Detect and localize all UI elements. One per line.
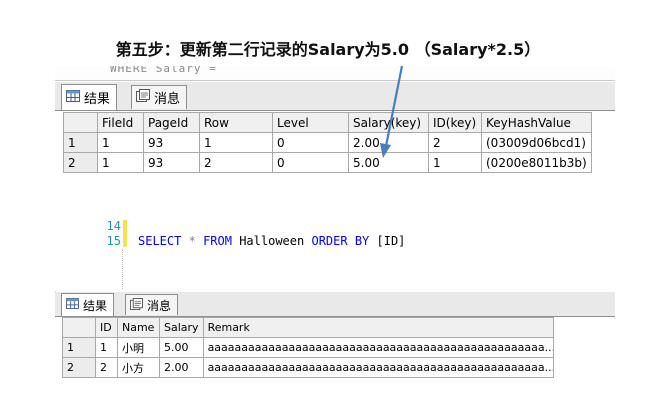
tab-messages[interactable]: 消息: [131, 85, 188, 109]
row-number[interactable]: 1: [63, 132, 98, 153]
table-cell[interactable]: 2: [95, 357, 118, 378]
operator: *: [188, 234, 196, 248]
table-cell[interactable]: 5.00: [159, 337, 204, 358]
tab-results[interactable]: 结果: [61, 84, 118, 110]
column-header[interactable]: ID(key): [428, 112, 482, 133]
top-results-grid: FileId PageId Row Level Salary(key) ID(k…: [63, 112, 592, 173]
table-cell[interactable]: 2: [428, 132, 482, 153]
tab-messages-label: 消息: [147, 298, 172, 313]
table-row[interactable]: 2 2 小方 2.00 aaaaaaaaaaaaaaaaaaaaaaaaaaaa…: [62, 357, 554, 378]
table-cell[interactable]: 小明: [117, 337, 160, 358]
tab-messages[interactable]: 消息: [125, 294, 179, 315]
table-cell[interactable]: 1: [95, 337, 118, 358]
row-number[interactable]: 2: [62, 357, 96, 378]
table-cell[interactable]: 2.00: [348, 132, 429, 153]
table-cell[interactable]: (03009d06bcd1): [481, 132, 592, 153]
keyword: FROM: [203, 234, 232, 248]
column-header[interactable]: KeyHashValue: [481, 112, 592, 133]
column-header[interactable]: Level: [272, 112, 349, 133]
tab-results-label: 结果: [83, 298, 108, 313]
indent-guide: [122, 249, 123, 289]
table-cell[interactable]: 93: [143, 132, 200, 153]
code-line[interactable]: SELECT * FROM Halloween ORDER BY [ID]: [138, 234, 405, 248]
table-cell[interactable]: 93: [143, 152, 200, 173]
table-cell[interactable]: 1: [199, 132, 273, 153]
cut-code-line: WHERE Salary =: [55, 66, 615, 81]
table-cell[interactable]: 小方: [117, 357, 160, 378]
top-tab-strip: 结果 消息: [55, 82, 615, 111]
table-cell[interactable]: 2.00: [159, 357, 204, 378]
keyword: SELECT: [138, 234, 182, 248]
row-header-corner: [63, 112, 98, 133]
identifier: [ID]: [376, 234, 406, 248]
change-marker: [123, 220, 127, 247]
header-row: ID Name Salary Remark: [62, 317, 554, 338]
annotation-title: 第五步：更新第二行记录的Salary为5.0 （Salary*2.5）: [115, 40, 541, 59]
grid-icon: [66, 89, 80, 106]
line-number: 15: [106, 234, 121, 248]
column-header[interactable]: PageId: [143, 112, 200, 133]
bottom-tab-strip: 结果 消息: [55, 292, 615, 317]
table-cell[interactable]: 1: [97, 132, 144, 153]
table-cell[interactable]: 0: [272, 132, 349, 153]
table-row[interactable]: 2 1 93 2 0 5.00 1 (0200e8011b3b): [63, 152, 592, 173]
table-cell[interactable]: 5.00: [348, 152, 429, 173]
line-number: 14: [106, 219, 121, 233]
column-header[interactable]: Row: [199, 112, 273, 133]
bottom-results-table: ID Name Salary Remark 1 1 小明 5.00 aaaaaa…: [62, 317, 554, 378]
message-icon: [130, 297, 143, 313]
bottom-results-grid: ID Name Salary Remark 1 1 小明 5.00 aaaaaa…: [62, 317, 554, 378]
bottom-results-panel: 结果 消息 ID Name Salary Remark 1 1 小明 5.00 …: [55, 292, 615, 378]
table-cell[interactable]: 1: [428, 152, 482, 173]
table-row[interactable]: 1 1 93 1 0 2.00 2 (03009d06bcd1): [63, 132, 592, 153]
top-results-panel: WHERE Salary = 结果 消息 FileId PageId Row L…: [55, 66, 615, 194]
tab-messages-label: 消息: [154, 92, 181, 107]
table-row[interactable]: 1 1 小明 5.00 aaaaaaaaaaaaaaaaaaaaaaaaaaaa…: [62, 337, 554, 358]
column-header[interactable]: ID: [95, 317, 118, 338]
row-header-corner: [62, 317, 96, 338]
tab-results[interactable]: 结果: [61, 293, 115, 316]
header-row: FileId PageId Row Level Salary(key) ID(k…: [63, 112, 592, 133]
column-header[interactable]: Name: [117, 317, 160, 338]
column-header[interactable]: Salary: [159, 317, 204, 338]
identifier: Halloween: [239, 234, 305, 248]
keyword: ORDER BY: [311, 234, 370, 248]
table-cell[interactable]: aaaaaaaaaaaaaaaaaaaaaaaaaaaaaaaaaaaaaaaa…: [202, 337, 554, 358]
table-cell[interactable]: 2: [199, 152, 273, 173]
cut-code-text: WHERE Salary =: [110, 66, 217, 75]
table-cell[interactable]: 0: [272, 152, 349, 173]
row-number[interactable]: 2: [63, 152, 98, 173]
row-number[interactable]: 1: [62, 337, 96, 358]
top-results-table: FileId PageId Row Level Salary(key) ID(k…: [63, 112, 592, 173]
message-icon: [136, 89, 150, 106]
tab-results-label: 结果: [84, 92, 111, 107]
column-header[interactable]: FileId: [97, 112, 144, 133]
table-cell[interactable]: aaaaaaaaaaaaaaaaaaaaaaaaaaaaaaaaaaaaaaaa…: [202, 357, 554, 378]
table-cell[interactable]: (0200e8011b3b): [481, 152, 592, 173]
column-header[interactable]: Remark: [202, 317, 554, 338]
grid-icon: [66, 298, 79, 312]
column-header[interactable]: Salary(key): [348, 112, 429, 133]
table-cell[interactable]: 1: [97, 152, 144, 173]
sql-editor[interactable]: 14 15 SELECT * FROM Halloween ORDER BY […: [55, 215, 615, 291]
